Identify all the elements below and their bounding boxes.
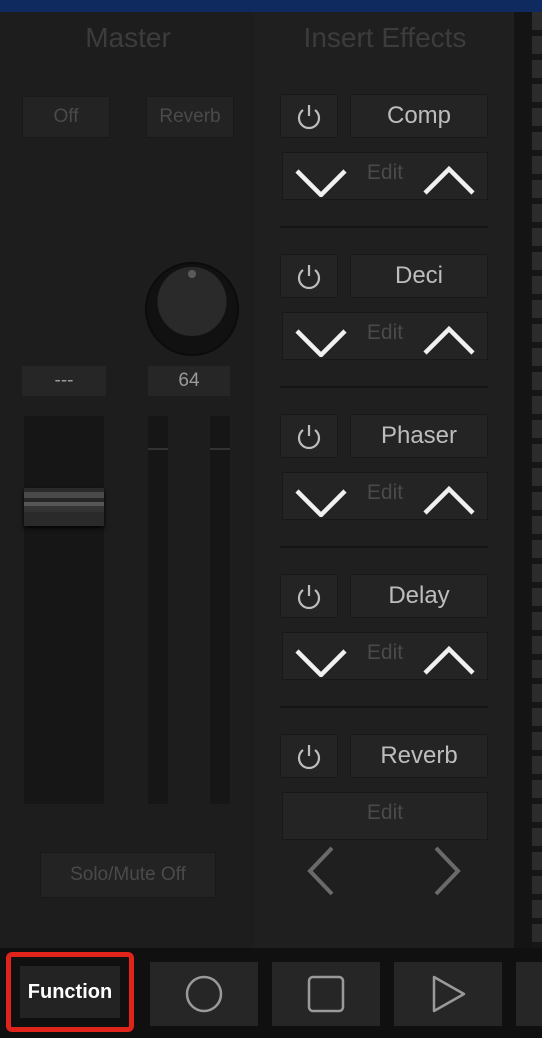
master-off-button[interactable]: Off xyxy=(22,96,110,138)
power-icon xyxy=(297,265,321,290)
top-bar xyxy=(0,0,542,12)
fx-divider xyxy=(280,226,488,228)
level-meter-right xyxy=(210,416,230,804)
knob-indicator xyxy=(188,270,196,278)
stop-icon xyxy=(307,975,345,1013)
fx1-edit-row: Edit xyxy=(282,152,488,200)
fx2-power-button[interactable] xyxy=(280,254,338,298)
insert-effects-title: Insert Effects xyxy=(303,22,467,53)
power-icon xyxy=(297,585,321,610)
meter-peak-left xyxy=(148,448,168,450)
meter-peak-right xyxy=(210,448,230,450)
chevron-right-icon[interactable] xyxy=(426,842,468,900)
fx5-edit-button[interactable]: Edit xyxy=(283,801,487,825)
transport-overflow-button[interactable] xyxy=(516,962,542,1026)
fx1-power-button[interactable] xyxy=(280,94,338,138)
fx3-power-button[interactable] xyxy=(280,414,338,458)
chevron-left-icon[interactable] xyxy=(300,842,342,900)
fx5-edit-row: Edit xyxy=(282,792,488,840)
knob-value-display: 64 xyxy=(148,366,230,396)
record-icon xyxy=(185,975,223,1013)
fx5-name-button[interactable]: Reverb xyxy=(350,734,488,778)
master-fader-handle[interactable] xyxy=(24,488,104,526)
fx2-name-button[interactable]: Deci xyxy=(350,254,488,298)
fx1-name-button[interactable]: Comp xyxy=(350,94,488,138)
fx3-name-button[interactable]: Phaser xyxy=(350,414,488,458)
play-icon xyxy=(432,975,466,1013)
power-icon xyxy=(297,105,321,130)
function-button-highlight: Function xyxy=(6,952,134,1032)
fx4-name-button[interactable]: Delay xyxy=(350,574,488,618)
fx2-move-up-icon[interactable] xyxy=(421,323,477,357)
fx4-power-button[interactable] xyxy=(280,574,338,618)
master-title: Master xyxy=(85,22,171,53)
fx-divider xyxy=(280,386,488,388)
power-icon xyxy=(297,745,321,770)
master-fader-track[interactable] xyxy=(24,416,104,804)
power-icon xyxy=(297,425,321,450)
fx4-move-up-icon[interactable] xyxy=(421,643,477,677)
record-button[interactable] xyxy=(150,962,258,1026)
fx3-edit-row: Edit xyxy=(282,472,488,520)
fx5-power-button[interactable] xyxy=(280,734,338,778)
right-edge-panel xyxy=(514,12,542,948)
master-reverb-button[interactable]: Reverb xyxy=(146,96,234,138)
fx3-move-up-icon[interactable] xyxy=(421,483,477,517)
master-knob[interactable] xyxy=(145,262,239,356)
play-button[interactable] xyxy=(394,962,502,1026)
level-meter-left xyxy=(148,416,168,804)
fx-divider xyxy=(280,546,488,548)
fx1-move-up-icon[interactable] xyxy=(421,163,477,197)
fader-value-display: --- xyxy=(22,366,106,396)
fx4-edit-row: Edit xyxy=(282,632,488,680)
scroll-strip[interactable] xyxy=(532,12,542,948)
solo-mute-button[interactable]: Solo/Mute Off xyxy=(40,852,216,898)
function-button[interactable]: Function xyxy=(20,966,120,1018)
fx2-edit-row: Edit xyxy=(282,312,488,360)
fx-divider xyxy=(280,706,488,708)
stop-button[interactable] xyxy=(272,962,380,1026)
